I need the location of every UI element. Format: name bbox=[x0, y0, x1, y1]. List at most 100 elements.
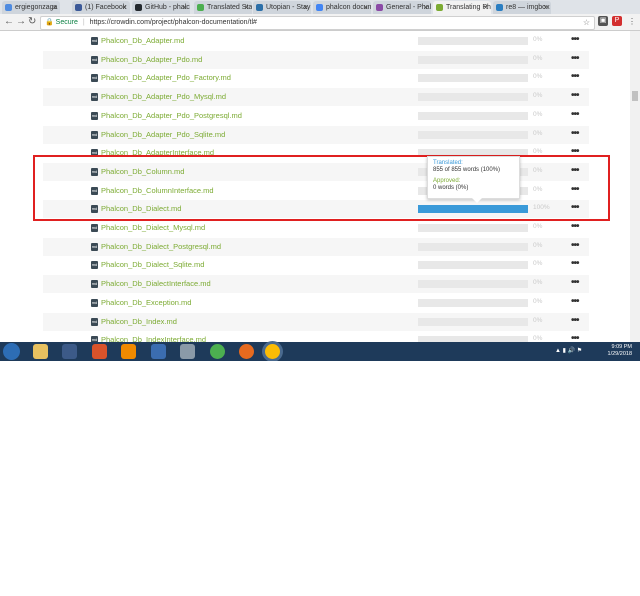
browser-tab[interactable]: Utopian - Stay in× bbox=[253, 1, 311, 14]
word-icon[interactable] bbox=[151, 344, 166, 359]
more-actions-icon[interactable]: ••• bbox=[571, 258, 579, 269]
file-row[interactable]: md Phalcon_Db_DialectInterface.md 0% ••• bbox=[43, 275, 589, 294]
translation-progress-bar[interactable] bbox=[418, 242, 528, 251]
file-name-link[interactable]: Phalcon_Db_Adapter_Pdo_Postgresql.md bbox=[101, 111, 242, 120]
file-row[interactable]: md Phalcon_Db_Dialect_Sqlite.md 0% ••• bbox=[43, 256, 589, 274]
file-row[interactable]: md Phalcon_Db_Adapter_Pdo_Mysql.md 0% ••• bbox=[43, 88, 589, 107]
file-row[interactable]: md Phalcon_Db_Exception.md 0% ••• bbox=[43, 294, 589, 312]
file-row[interactable]: md Phalcon_Db_Dialect_Mysql.md 0% ••• bbox=[43, 219, 589, 237]
media-player-icon[interactable] bbox=[62, 344, 77, 359]
more-actions-icon[interactable]: ••• bbox=[571, 333, 579, 342]
browser-tab[interactable]: phalcon docum × bbox=[313, 1, 371, 14]
more-actions-icon[interactable]: ••• bbox=[571, 128, 579, 139]
file-name-link[interactable]: Phalcon_Db_Adapter_Pdo_Mysql.md bbox=[101, 92, 226, 101]
file-name-link[interactable]: Phalcon_Db_Adapter_Pdo_Sqlite.md bbox=[101, 130, 225, 139]
more-actions-icon[interactable]: ••• bbox=[571, 53, 579, 64]
browser-tab[interactable]: (1) Facebook × bbox=[72, 1, 130, 14]
star-icon[interactable]: ☆ bbox=[583, 17, 590, 29]
file-row[interactable]: md Phalcon_Db_Adapter.md 0% ••• bbox=[43, 32, 589, 50]
vlc-icon[interactable] bbox=[121, 344, 136, 359]
tab-close-icon[interactable]: × bbox=[543, 1, 548, 14]
browser-tab[interactable]: Translating Ph × bbox=[433, 1, 491, 14]
translation-progress-bar[interactable] bbox=[418, 111, 528, 120]
translation-progress-bar[interactable] bbox=[418, 298, 528, 307]
file-name-link[interactable]: Phalcon_Db_IndexInterface.md bbox=[101, 335, 206, 342]
more-actions-icon[interactable]: ••• bbox=[571, 240, 579, 251]
file-name-link[interactable]: Phalcon_Db_Index.md bbox=[101, 317, 177, 326]
tab-close-icon[interactable]: × bbox=[303, 1, 308, 14]
pinterest-icon[interactable]: P bbox=[612, 16, 622, 26]
browser-tab[interactable]: re8 — imgbox × bbox=[493, 1, 551, 14]
reload-icon[interactable]: ↻ bbox=[28, 15, 36, 29]
arrow-right-icon[interactable]: → bbox=[16, 15, 26, 29]
control-panel-icon[interactable] bbox=[180, 344, 195, 359]
more-actions-icon[interactable]: ••• bbox=[571, 277, 579, 288]
more-actions-icon[interactable]: ••• bbox=[571, 221, 579, 232]
more-actions-icon[interactable]: ••• bbox=[571, 315, 579, 326]
extension-icon[interactable]: ▣ bbox=[598, 16, 608, 26]
browser-tab[interactable]: ergiegonzaga × bbox=[2, 1, 60, 14]
file-name-link[interactable]: Phalcon_Db_Adapter_Pdo.md bbox=[101, 55, 202, 64]
firefox-icon[interactable] bbox=[239, 344, 254, 359]
tooltip-approved-value: 0 words (0%) bbox=[433, 185, 469, 191]
more-actions-icon[interactable]: ••• bbox=[571, 34, 579, 45]
file-row[interactable]: md Phalcon_Db_Dialect_Postgresql.md 0% ••• bbox=[43, 237, 589, 256]
system-clock[interactable]: 9:09 PM 1/29/2018 bbox=[608, 344, 632, 358]
start-button[interactable] bbox=[3, 343, 20, 360]
tooltip-translated-label: Translated: bbox=[433, 160, 463, 166]
translation-progress-bar[interactable] bbox=[418, 93, 528, 102]
translation-progress-bar[interactable] bbox=[418, 280, 528, 289]
progress-percent: 0% bbox=[533, 335, 543, 342]
file-name-link[interactable]: Phalcon_Db_DialectInterface.md bbox=[101, 279, 211, 288]
browser-tab[interactable]: Translated Stat × bbox=[194, 1, 252, 14]
chrome-icon[interactable] bbox=[210, 344, 225, 359]
file-name-link[interactable]: Phalcon_Db_Adapter_Pdo_Factory.md bbox=[101, 73, 231, 82]
file-row[interactable]: md Phalcon_Db_Adapter_Pdo.md 0% ••• bbox=[43, 50, 589, 69]
system-tray-icons[interactable]: ▲ ▮ 🔊 ⚑ bbox=[555, 347, 582, 354]
powerpoint-icon[interactable] bbox=[92, 344, 107, 359]
tab-close-icon[interactable]: × bbox=[423, 1, 428, 14]
tab-close-icon[interactable]: × bbox=[363, 1, 368, 14]
tab-close-icon[interactable]: × bbox=[182, 1, 187, 14]
more-actions-icon[interactable]: ••• bbox=[571, 90, 579, 101]
translation-progress-bar[interactable] bbox=[418, 55, 528, 64]
tab-close-icon[interactable]: × bbox=[244, 1, 249, 14]
progress-percent: 0% bbox=[533, 110, 543, 118]
chrome-active-icon[interactable] bbox=[265, 344, 280, 359]
file-name-link[interactable]: Phalcon_Db_Exception.md bbox=[101, 298, 191, 307]
translation-progress-bar[interactable] bbox=[418, 37, 528, 45]
browser-tab[interactable]: General - Phalc × bbox=[373, 1, 431, 14]
file-row[interactable]: md Phalcon_Db_Index.md 0% ••• bbox=[43, 312, 589, 331]
file-row[interactable]: md Phalcon_Db_IndexInterface.md 0% ••• bbox=[43, 331, 589, 342]
file-name-link[interactable]: Phalcon_Db_Adapter.md bbox=[101, 36, 184, 45]
file-name-link[interactable]: Phalcon_Db_Dialect_Postgresql.md bbox=[101, 242, 221, 251]
file-name-link[interactable]: Phalcon_Db_Dialect_Sqlite.md bbox=[101, 260, 204, 269]
more-actions-icon[interactable]: ••• bbox=[571, 296, 579, 307]
tab-close-icon[interactable]: × bbox=[483, 1, 488, 14]
file-row[interactable]: md Phalcon_Db_Adapter_Pdo_Sqlite.md 0% ••• bbox=[43, 125, 589, 144]
progress-percent: 0% bbox=[533, 297, 543, 305]
file-explorer-icon[interactable] bbox=[33, 344, 48, 359]
scrollbar-thumb[interactable] bbox=[632, 91, 638, 101]
translation-progress-bar[interactable] bbox=[418, 74, 528, 83]
more-actions-icon[interactable]: ••• bbox=[571, 109, 579, 120]
browser-menu-icon[interactable]: ⋮ bbox=[628, 15, 636, 29]
file-row[interactable]: md Phalcon_Db_Adapter_Pdo_Factory.md 0% ••• bbox=[43, 69, 589, 87]
file-row[interactable]: md Phalcon_Db_Adapter_Pdo_Postgresql.md 0%… bbox=[43, 107, 589, 125]
translation-progress-bar[interactable] bbox=[418, 130, 528, 139]
tab-close-icon[interactable]: × bbox=[52, 1, 57, 14]
scrollbar[interactable] bbox=[630, 31, 640, 342]
arrow-left-icon[interactable]: ← bbox=[4, 15, 14, 29]
tab-label: (1) Facebook bbox=[85, 4, 127, 11]
tab-favicon-icon bbox=[376, 4, 383, 11]
url-input[interactable]: 🔒 Secure | https://crowdin.com/project/p… bbox=[40, 16, 595, 30]
browser-tab[interactable]: GitHub - phalcon× bbox=[132, 1, 190, 14]
translation-progress-bar[interactable] bbox=[418, 317, 528, 326]
tooltip-arrow bbox=[472, 198, 482, 203]
more-actions-icon[interactable]: ••• bbox=[571, 71, 579, 82]
file-name-link[interactable]: Phalcon_Db_Dialect_Mysql.md bbox=[101, 223, 205, 232]
file-md-icon: md bbox=[91, 93, 98, 102]
translation-progress-bar[interactable] bbox=[418, 224, 528, 232]
tab-close-icon[interactable]: × bbox=[122, 1, 127, 14]
translation-progress-bar[interactable] bbox=[418, 261, 528, 270]
